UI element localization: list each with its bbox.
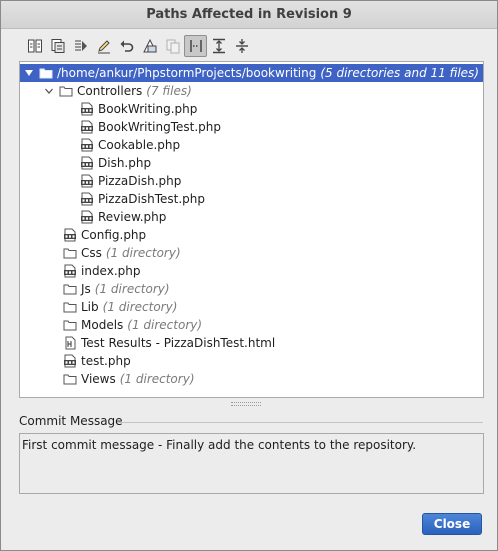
splitter-handle[interactable]: [231, 402, 261, 406]
php-file-icon: [81, 210, 93, 224]
close-button[interactable]: Close: [422, 513, 482, 535]
item-name: Models: [81, 318, 124, 332]
commit-message-label-text: Commit Message: [19, 414, 123, 428]
item-name: Config.php: [81, 228, 147, 242]
item-name: Test Results - PizzaDishTest.html: [81, 336, 276, 350]
show-diff-icon: [27, 39, 42, 53]
folder-icon: [63, 374, 77, 385]
annotate-button[interactable]: [69, 35, 92, 57]
expand-arrow-icon[interactable]: [23, 67, 35, 79]
expand-arrow-icon[interactable]: [43, 85, 55, 97]
folder-summary: (7 files): [146, 84, 192, 98]
file-name: Dish.php: [98, 156, 152, 170]
file-name: BookWritingTest.php: [98, 120, 222, 134]
php-file-icon: [64, 264, 76, 278]
php-file-icon: [64, 354, 76, 368]
php-file-icon: [81, 174, 93, 188]
show-diff-with-local-icon: [51, 39, 64, 53]
group-by-directory-button[interactable]: [184, 35, 207, 57]
folder-icon: [63, 284, 77, 295]
collapse-all-button[interactable]: [230, 35, 253, 57]
item-summary: (1 directory): [102, 300, 178, 314]
revert-icon: [120, 40, 133, 52]
edit-source-icon: [97, 40, 110, 54]
paths-affected-dialog: Paths Affected in Revision 9 /home/ankur…: [0, 0, 498, 551]
tree-file-row[interactable]: Config.php: [20, 226, 483, 244]
folder-icon: [39, 68, 53, 79]
php-file-icon: [81, 156, 93, 170]
folder-icon: [63, 248, 77, 259]
tree-folder-row[interactable]: Models (1 directory): [20, 316, 483, 334]
tree-folder-row[interactable]: Lib (1 directory): [20, 298, 483, 316]
tree-file-row[interactable]: BookWriting.php: [20, 100, 483, 118]
show-diff-button[interactable]: [23, 35, 46, 57]
commit-message-label: Commit Message: [19, 414, 483, 428]
file-name: PizzaDishTest.php: [98, 192, 205, 206]
item-name: test.php: [81, 354, 131, 368]
create-patch-icon: [142, 38, 157, 53]
file-name: BookWriting.php: [98, 102, 198, 116]
tree-file-row[interactable]: Dish.php: [20, 154, 483, 172]
edit-source-button[interactable]: [92, 35, 115, 57]
tree-file-row[interactable]: index.php: [20, 262, 483, 280]
tree-folder-controllers[interactable]: Controllers (7 files): [20, 82, 483, 100]
folder-icon: [63, 302, 77, 313]
tree-file-row[interactable]: test.php: [20, 352, 483, 370]
tree-root-row[interactable]: /home/ankur/PhpstormProjects/bookwriting…: [20, 64, 483, 82]
tree-folder-row[interactable]: Css (1 directory): [20, 244, 483, 262]
create-patch-button[interactable]: [138, 35, 161, 57]
show-diff-with-local-button[interactable]: [46, 35, 69, 57]
window-title: Paths Affected in Revision 9: [1, 1, 497, 29]
item-summary: (1 directory): [94, 282, 170, 296]
folder-icon: [63, 320, 77, 331]
item-name: Js: [81, 282, 91, 296]
tree-file-row[interactable]: PizzaDish.php: [20, 172, 483, 190]
file-name: Review.php: [98, 210, 167, 224]
item-name: index.php: [81, 264, 141, 278]
root-summary: (5 directories and 11 files): [320, 66, 479, 80]
html-file-icon: [65, 336, 76, 350]
revert-button[interactable]: [115, 35, 138, 57]
expand-all-icon: [212, 38, 225, 54]
file-name: Cookable.php: [98, 138, 181, 152]
item-name: Css: [81, 246, 102, 260]
folder-name: Controllers: [77, 84, 143, 98]
annotate-icon: [74, 40, 87, 51]
tree-folder-row[interactable]: Js (1 directory): [20, 280, 483, 298]
item-summary: (1 directory): [119, 372, 195, 386]
changed-files-tree[interactable]: /home/ankur/PhpstormProjects/bookwriting…: [19, 61, 484, 398]
expand-all-button[interactable]: [207, 35, 230, 57]
root-path: /home/ankur/PhpstormProjects/bookwriting: [57, 66, 317, 80]
tree-folder-row[interactable]: Views (1 directory): [20, 370, 483, 388]
copy-icon: [166, 39, 179, 54]
tree-file-row[interactable]: Review.php: [20, 208, 483, 226]
item-name: Views: [81, 372, 116, 386]
copy-button[interactable]: [161, 35, 184, 57]
commit-message-text[interactable]: First commit message - Finally add the c…: [19, 433, 484, 494]
group-by-directory-icon: [189, 40, 202, 52]
collapse-all-icon: [235, 39, 248, 53]
item-name: Lib: [81, 300, 99, 314]
php-file-icon: [81, 102, 93, 116]
php-file-icon: [64, 228, 76, 242]
tree-file-row[interactable]: PizzaDishTest.php: [20, 190, 483, 208]
tree-file-row[interactable]: Cookable.php: [20, 136, 483, 154]
php-file-icon: [81, 192, 93, 206]
php-file-icon: [81, 138, 93, 152]
php-file-icon: [81, 120, 93, 134]
commit-separator: [117, 422, 483, 423]
item-summary: (1 directory): [105, 246, 181, 260]
tree-file-row[interactable]: BookWritingTest.php: [20, 118, 483, 136]
tree-file-row[interactable]: Test Results - PizzaDishTest.html: [20, 334, 483, 352]
toolbar: [23, 34, 253, 58]
file-name: PizzaDish.php: [98, 174, 182, 188]
folder-icon: [59, 86, 73, 97]
item-summary: (1 directory): [127, 318, 203, 332]
